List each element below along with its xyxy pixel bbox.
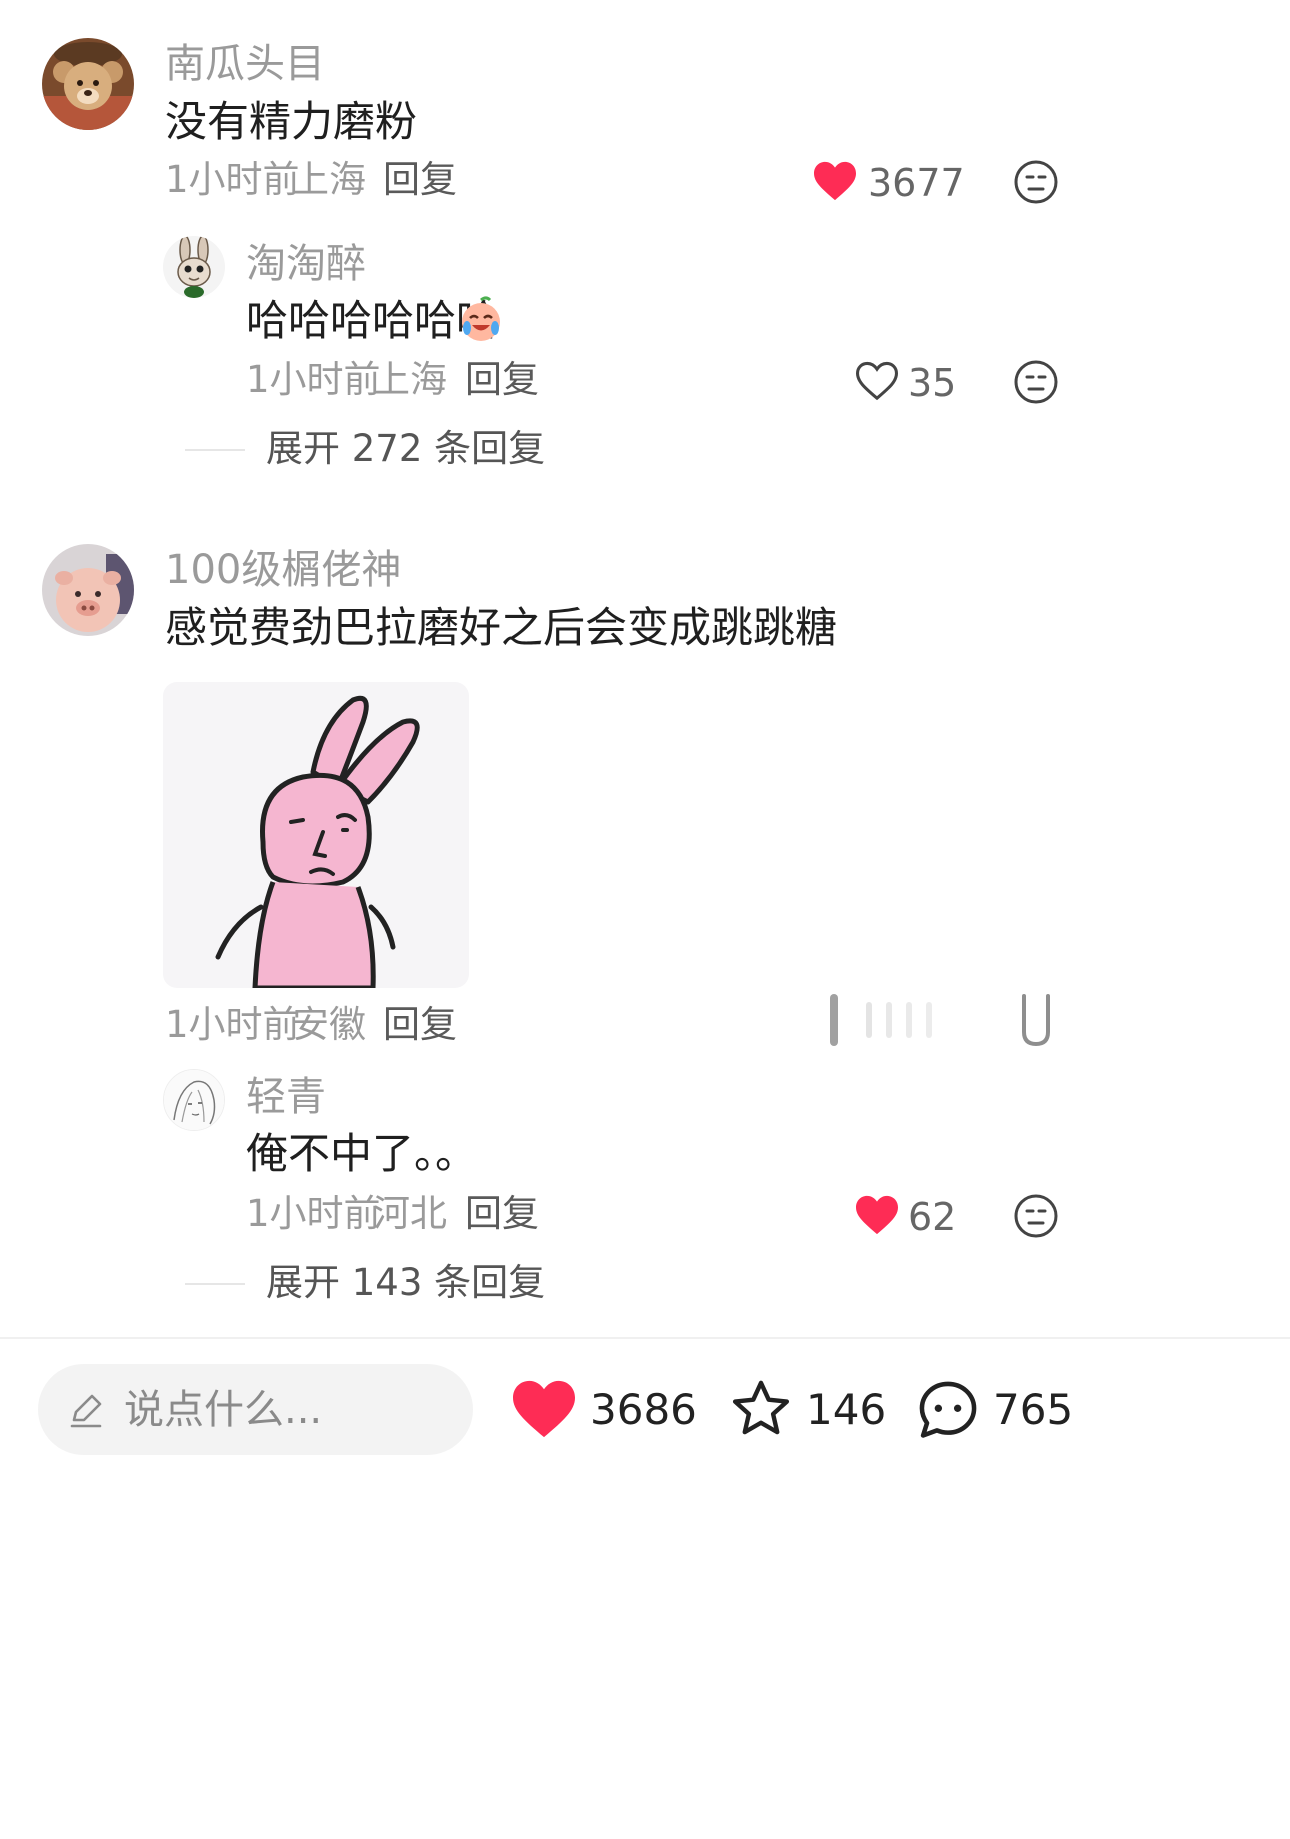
reply-username[interactable]: 轻青 (246, 1073, 326, 1121)
heart-filled-icon (513, 1380, 575, 1438)
neutral-face-icon (1014, 360, 1058, 404)
like-count: 62 (908, 1195, 957, 1239)
comment-total: 765 (993, 1385, 1074, 1434)
favorite-button[interactable] (728, 1376, 794, 1442)
like-count: 3677 (868, 161, 965, 205)
like-button[interactable] (854, 360, 900, 402)
expand-replies-button[interactable]: 展开 272 条回复 (266, 427, 545, 471)
reply-time: 1小时前 (246, 1192, 381, 1235)
rabbit-sticker-image (215, 695, 420, 988)
like-button[interactable] (812, 160, 858, 202)
comment-username[interactable]: 南瓜头目 (165, 40, 325, 88)
comment-time: 1小时前 (165, 1003, 300, 1046)
like-button[interactable] (854, 1194, 900, 1236)
comment-button[interactable] (914, 1376, 982, 1444)
avatar[interactable] (42, 544, 134, 636)
dislike-button[interactable] (1012, 1192, 1060, 1240)
dislike-button[interactable] (1012, 358, 1060, 406)
blurred-like-icon (830, 994, 932, 1046)
comment-input-placeholder: 说点什么... (124, 1387, 323, 1433)
star-outline-icon (732, 1380, 790, 1435)
reply-time: 1小时前 (246, 358, 381, 401)
reply-location: 上海 (373, 358, 447, 401)
reply-button[interactable]: 回复 (465, 1192, 539, 1236)
heart-outline-icon (855, 361, 899, 401)
bottom-bar-divider (0, 1337, 1290, 1339)
blurred-face-icon (1022, 994, 1050, 1047)
like-total: 3686 (590, 1385, 697, 1434)
neutral-face-icon (1014, 160, 1058, 204)
crying-laughing-emoji-icon (456, 294, 506, 344)
reply-location: 河北 (373, 1192, 447, 1235)
neutral-face-icon (1014, 1194, 1058, 1238)
like-button[interactable] (826, 992, 946, 1048)
heart-filled-icon (856, 1195, 898, 1235)
like-count: 35 (908, 361, 957, 405)
comment-time: 1小时前 (165, 158, 300, 201)
pig-avatar-icon (42, 544, 134, 636)
favorite-total: 146 (806, 1385, 887, 1434)
pencil-icon (70, 1394, 102, 1428)
comment-text: 没有精力磨粉 (165, 97, 418, 146)
reply-text: 俺不中了。。 (246, 1129, 478, 1178)
expand-replies-button[interactable]: 展开 143 条回复 (266, 1261, 545, 1305)
avatar[interactable] (42, 38, 134, 130)
dislike-button[interactable] (1016, 992, 1056, 1048)
rabbit-avatar-icon (163, 236, 225, 298)
comment-text: 感觉费劲巴拉磨好之后会变成跳跳糖 (165, 603, 838, 652)
expand-divider (185, 1283, 245, 1285)
bear-avatar-icon (42, 38, 134, 130)
pink-rabbit-sticker[interactable] (163, 682, 469, 988)
reply-button[interactable]: 回复 (383, 158, 457, 202)
like-button[interactable] (510, 1378, 578, 1440)
sketch-avatar-icon (164, 1070, 224, 1130)
avatar[interactable] (163, 1069, 225, 1131)
chat-bubble-icon (919, 1381, 977, 1438)
reply-button[interactable]: 回复 (465, 358, 539, 402)
avatar[interactable] (163, 236, 225, 298)
comment-location: 上海 (292, 158, 366, 201)
heart-filled-icon (814, 161, 856, 201)
reply-username[interactable]: 淘淘醉 (246, 240, 366, 288)
expand-divider (185, 449, 245, 451)
comment-username[interactable]: 100级榍佬神 (165, 546, 401, 594)
comment-location: 安徽 (292, 1003, 366, 1046)
dislike-button[interactable] (1012, 158, 1060, 206)
comment-input[interactable]: 说点什么... (38, 1364, 473, 1455)
reply-button[interactable]: 回复 (383, 1003, 457, 1047)
